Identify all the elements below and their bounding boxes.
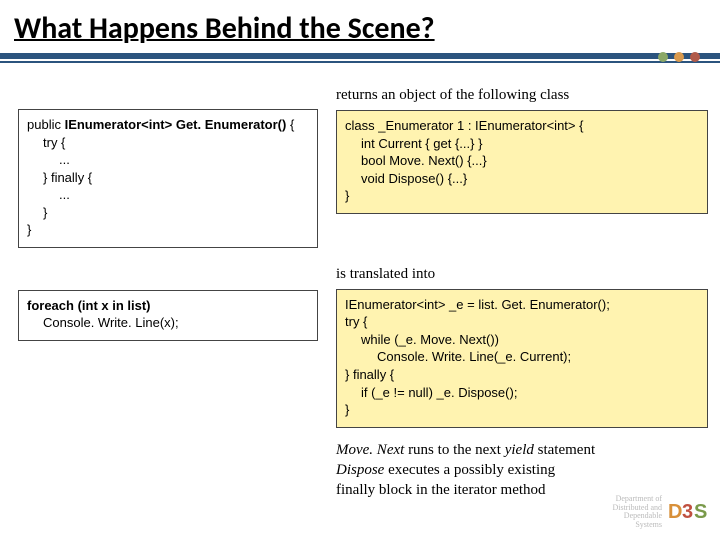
- code-line-bold: foreach (int x in list): [27, 298, 151, 313]
- code-line: Console. Write. Line(x);: [27, 314, 179, 332]
- code-line: Console. Write. Line(_e. Current);: [345, 348, 571, 366]
- note-text: runs to the next: [404, 442, 504, 458]
- note-text: executes a possibly existing: [384, 462, 555, 478]
- code-line: try {: [27, 134, 65, 152]
- accent-dots: [658, 52, 700, 62]
- divider-thick: [0, 53, 720, 59]
- svg-text:3: 3: [682, 501, 693, 523]
- code-line: int Current { get {...} }: [345, 135, 482, 153]
- code-line: }: [345, 188, 349, 203]
- note-text: finally block in the iterator method: [336, 482, 546, 498]
- dot-red: [690, 52, 700, 62]
- code-enumerator-class: class _Enumerator 1 : IEnumerator<int> {…: [336, 110, 708, 214]
- svg-text:S: S: [694, 501, 707, 523]
- code-line: }: [27, 222, 31, 237]
- code-line: ...: [27, 186, 70, 204]
- code-line: }: [27, 204, 47, 222]
- footer-dept-text: Department of Distributed and Dependable…: [612, 495, 662, 530]
- caption-returns: returns an object of the following class: [336, 87, 708, 104]
- code-line: while (_e. Move. Next()): [345, 331, 499, 349]
- explanatory-notes: Move. Next runs to the next yield statem…: [336, 440, 708, 501]
- code-line: class _Enumerator 1 : IEnumerator<int> {: [345, 118, 583, 133]
- code-line: if (_e != null) _e. Dispose();: [345, 384, 517, 402]
- footer-logo: Department of Distributed and Dependable…: [612, 495, 708, 530]
- code-line: try {: [345, 314, 367, 329]
- note-text: statement: [534, 442, 595, 458]
- slide-title: What Happens Behind the Scene?: [0, 0, 720, 53]
- code-get-enumerator: public IEnumerator<int> Get. Enumerator(…: [18, 109, 318, 248]
- slide-content: public IEnumerator<int> Get. Enumerator(…: [0, 63, 720, 500]
- code-line: } finally {: [27, 169, 92, 187]
- code-line: public: [27, 117, 65, 132]
- code-line: }: [345, 402, 349, 417]
- note-term: Move. Next: [336, 442, 404, 458]
- code-line: {: [286, 117, 294, 132]
- code-line: ...: [27, 151, 70, 169]
- dot-green: [658, 52, 668, 62]
- d3s-logo-icon: D 3 S: [668, 498, 708, 526]
- code-line: } finally {: [345, 367, 394, 382]
- code-foreach: foreach (int x in list) Console. Write. …: [18, 290, 318, 341]
- note-movenext: Move. Next runs to the next yield statem…: [336, 440, 708, 460]
- caption-translated: is translated into: [336, 266, 708, 283]
- svg-text:D: D: [668, 501, 682, 523]
- code-expanded: IEnumerator<int> _e = list. Get. Enumera…: [336, 289, 708, 428]
- note-term: Dispose: [336, 462, 384, 478]
- code-line: void Dispose() {...}: [345, 170, 467, 188]
- code-line: bool Move. Next() {...}: [345, 152, 487, 170]
- code-line: IEnumerator<int> _e = list. Get. Enumera…: [345, 297, 610, 312]
- code-line-bold: IEnumerator<int> Get. Enumerator(): [65, 117, 287, 132]
- note-term: yield: [505, 442, 534, 458]
- dot-orange: [674, 52, 684, 62]
